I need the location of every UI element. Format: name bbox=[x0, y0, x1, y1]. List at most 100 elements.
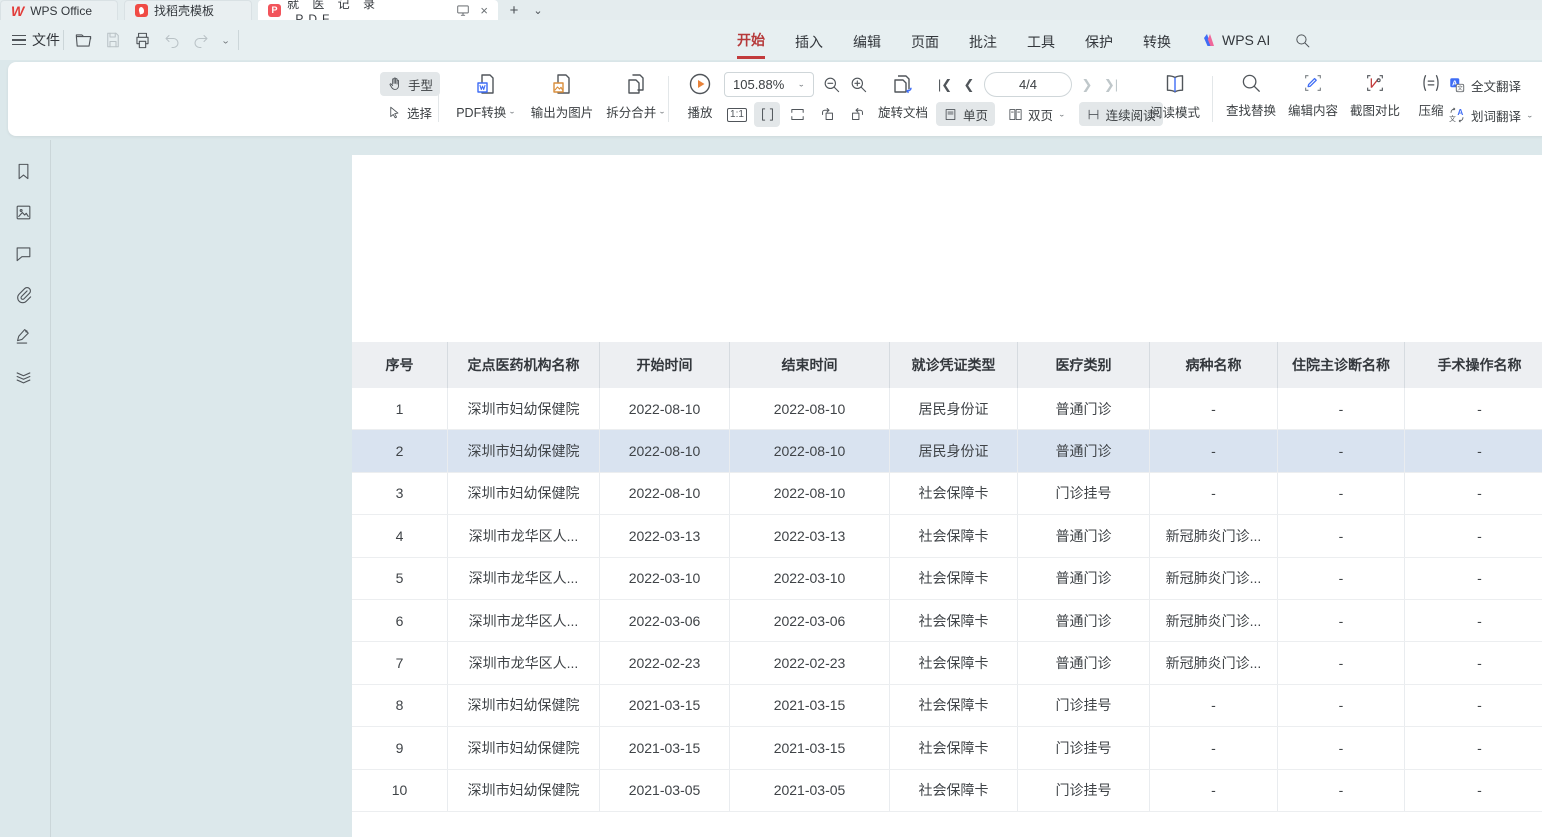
zoom-out-icon[interactable] bbox=[822, 75, 841, 94]
page-indicator-input[interactable]: 4/4 bbox=[984, 72, 1072, 97]
table-cell: 2022-03-06 bbox=[600, 600, 730, 641]
zoom-in-icon[interactable] bbox=[849, 75, 868, 94]
single-page-button[interactable]: 单页 bbox=[936, 102, 995, 126]
open-file-icon[interactable] bbox=[74, 31, 93, 50]
hand-tool-button[interactable]: 手型 bbox=[380, 72, 440, 96]
menu-tab-convert[interactable]: 转换 bbox=[1143, 23, 1171, 58]
table-cell: - bbox=[1278, 473, 1405, 514]
table-cell: 深圳市妇幼保健院 bbox=[448, 430, 600, 471]
ribbon-toolbar: 手型 选择 PDF转换⌄ 输出为图片 拆分合并⌄ 播放 bbox=[8, 62, 1542, 136]
full-text-translate-button[interactable]: A文 全文翻译 bbox=[1448, 72, 1534, 98]
menu-tab-edit[interactable]: 编辑 bbox=[853, 23, 881, 58]
table-cell: 社会保障卡 bbox=[890, 473, 1018, 514]
table-body: 1深圳市妇幼保健院2022-08-102022-08-10居民身份证普通门诊--… bbox=[352, 388, 1542, 812]
chevron-down-icon: ⌄ bbox=[658, 107, 666, 116]
table-row[interactable]: 1深圳市妇幼保健院2022-08-102022-08-10居民身份证普通门诊--… bbox=[352, 388, 1542, 430]
thumbnails-panel-button[interactable] bbox=[12, 201, 34, 223]
medical-records-table: 序号定点医药机构名称开始时间结束时间就诊凭证类型医疗类别病种名称住院主诊断名称手… bbox=[352, 342, 1542, 812]
redo-icon[interactable] bbox=[192, 31, 210, 49]
table-row[interactable]: 3深圳市妇幼保健院2022-08-102022-08-10社会保障卡门诊挂号--… bbox=[352, 473, 1542, 515]
pdf-convert-button[interactable]: PDF转换⌄ bbox=[448, 62, 524, 136]
page-indicator-value: 4/4 bbox=[1019, 77, 1037, 92]
next-page-button[interactable]: ❯ bbox=[1078, 77, 1096, 93]
monitor-icon[interactable] bbox=[456, 3, 470, 17]
rotate-right-button[interactable] bbox=[844, 102, 870, 127]
table-cell: 2021-03-05 bbox=[600, 770, 730, 811]
comments-panel-button[interactable] bbox=[12, 242, 34, 264]
table-cell: 2022-03-13 bbox=[730, 515, 890, 556]
file-menu-button[interactable]: 文件 bbox=[12, 28, 60, 52]
bookmarks-panel-button[interactable] bbox=[12, 160, 34, 182]
attachments-panel-button[interactable] bbox=[12, 283, 34, 305]
table-cell: - bbox=[1150, 685, 1278, 726]
close-tab-icon[interactable]: × bbox=[480, 3, 488, 18]
table-cell: 普通门诊 bbox=[1018, 642, 1150, 683]
table-row[interactable]: 4深圳市龙华区人...2022-03-132022-03-13社会保障卡普通门诊… bbox=[352, 515, 1542, 557]
previous-page-button[interactable]: ❮ bbox=[960, 77, 978, 93]
screenshot-compare-button[interactable]: 截图对比 bbox=[1344, 62, 1406, 136]
print-icon[interactable] bbox=[133, 31, 152, 50]
table-cell: - bbox=[1278, 685, 1405, 726]
table-row[interactable]: 6深圳市龙华区人...2022-03-062022-03-06社会保障卡普通门诊… bbox=[352, 600, 1542, 642]
word-translate-button[interactable]: 文A 划词翻译 ⌄ bbox=[1448, 102, 1534, 128]
export-image-button[interactable]: 输出为图片 bbox=[524, 62, 600, 136]
layers-panel-button[interactable] bbox=[12, 365, 34, 387]
table-row[interactable]: 8深圳市妇幼保健院2021-03-152021-03-15社会保障卡门诊挂号--… bbox=[352, 685, 1542, 727]
double-page-button[interactable]: 双页 ⌄ bbox=[1001, 102, 1073, 126]
actual-size-button[interactable]: 1:1 bbox=[724, 102, 750, 127]
zoom-level-select[interactable]: 105.88% ⌄ bbox=[724, 72, 814, 97]
table-cell: 深圳市妇幼保健院 bbox=[448, 727, 600, 768]
find-replace-label: 查找替换 bbox=[1226, 100, 1276, 119]
signature-panel-button[interactable] bbox=[12, 324, 34, 346]
tab-list-chevron-icon[interactable]: ⌄ bbox=[528, 0, 548, 20]
table-cell: - bbox=[1405, 770, 1542, 811]
table-cell: - bbox=[1405, 600, 1542, 641]
sidebar-divider bbox=[50, 140, 51, 837]
save-icon[interactable] bbox=[104, 31, 122, 49]
left-sidebar bbox=[12, 160, 34, 387]
split-merge-button[interactable]: 拆分合并⌄ bbox=[600, 62, 672, 136]
single-page-label: 单页 bbox=[963, 105, 988, 124]
tab-wps-office[interactable]: W WPS Office bbox=[0, 0, 118, 20]
play-button[interactable]: 播放 bbox=[676, 62, 724, 136]
table-cell: 社会保障卡 bbox=[890, 558, 1018, 599]
paperclip-icon bbox=[14, 285, 33, 304]
fit-page-button[interactable] bbox=[784, 102, 810, 127]
table-cell: - bbox=[1150, 727, 1278, 768]
menu-tab-insert[interactable]: 插入 bbox=[795, 23, 823, 58]
fit-width-button[interactable] bbox=[754, 102, 780, 127]
undo-icon[interactable] bbox=[163, 31, 181, 49]
menu-tab-page[interactable]: 页面 bbox=[911, 23, 939, 58]
compress-icon bbox=[1420, 72, 1442, 94]
export-image-label: 输出为图片 bbox=[531, 102, 594, 121]
rotate-document-button[interactable]: 旋转文档 bbox=[872, 62, 934, 136]
new-tab-button[interactable]: + bbox=[504, 0, 524, 20]
menu-tab-comment[interactable]: 批注 bbox=[969, 23, 997, 58]
pdf-convert-icon bbox=[474, 72, 498, 96]
menu-tab-tools[interactable]: 工具 bbox=[1027, 23, 1055, 58]
table-cell: 深圳市龙华区人... bbox=[448, 558, 600, 599]
menu-tab-protect[interactable]: 保护 bbox=[1085, 23, 1113, 58]
table-cell: 2022-02-23 bbox=[730, 642, 890, 683]
last-page-button[interactable]: ❯| bbox=[1102, 77, 1120, 93]
wps-ai-button[interactable]: WPS AI bbox=[1201, 32, 1270, 48]
search-icon[interactable] bbox=[1294, 32, 1311, 49]
table-row[interactable]: 7深圳市龙华区人...2022-02-232022-02-23社会保障卡普通门诊… bbox=[352, 642, 1542, 684]
read-mode-button[interactable]: 阅读模式 bbox=[1146, 62, 1204, 136]
select-tool-button[interactable]: 选择 bbox=[380, 100, 440, 124]
tab-docer-templates[interactable]: 找稻壳模板 bbox=[124, 0, 252, 20]
table-cell: 社会保障卡 bbox=[890, 727, 1018, 768]
edit-content-button[interactable]: 编辑内容 bbox=[1282, 62, 1344, 136]
table-cell: 2022-02-23 bbox=[600, 642, 730, 683]
table-row[interactable]: 10深圳市妇幼保健院2021-03-052021-03-05社会保障卡门诊挂号-… bbox=[352, 770, 1542, 812]
tab-document[interactable]: P 就 医 记 录 .PDF × bbox=[258, 0, 498, 20]
rotate-left-button[interactable] bbox=[814, 102, 840, 127]
menu-tab-home[interactable]: 开始 bbox=[737, 21, 765, 59]
table-row[interactable]: 5深圳市龙华区人...2022-03-102022-03-10社会保障卡普通门诊… bbox=[352, 558, 1542, 600]
table-row[interactable]: 9深圳市妇幼保健院2021-03-152021-03-15社会保障卡门诊挂号--… bbox=[352, 727, 1542, 769]
quick-access-chevron-icon[interactable]: ⌄ bbox=[221, 35, 230, 45]
table-row[interactable]: 2深圳市妇幼保健院2022-08-102022-08-10居民身份证普通门诊--… bbox=[352, 430, 1542, 472]
find-replace-button[interactable]: 查找替换 bbox=[1220, 62, 1282, 136]
pdf-page[interactable]: 序号定点医药机构名称开始时间结束时间就诊凭证类型医疗类别病种名称住院主诊断名称手… bbox=[352, 155, 1542, 837]
first-page-button[interactable]: |❮ bbox=[936, 77, 954, 93]
